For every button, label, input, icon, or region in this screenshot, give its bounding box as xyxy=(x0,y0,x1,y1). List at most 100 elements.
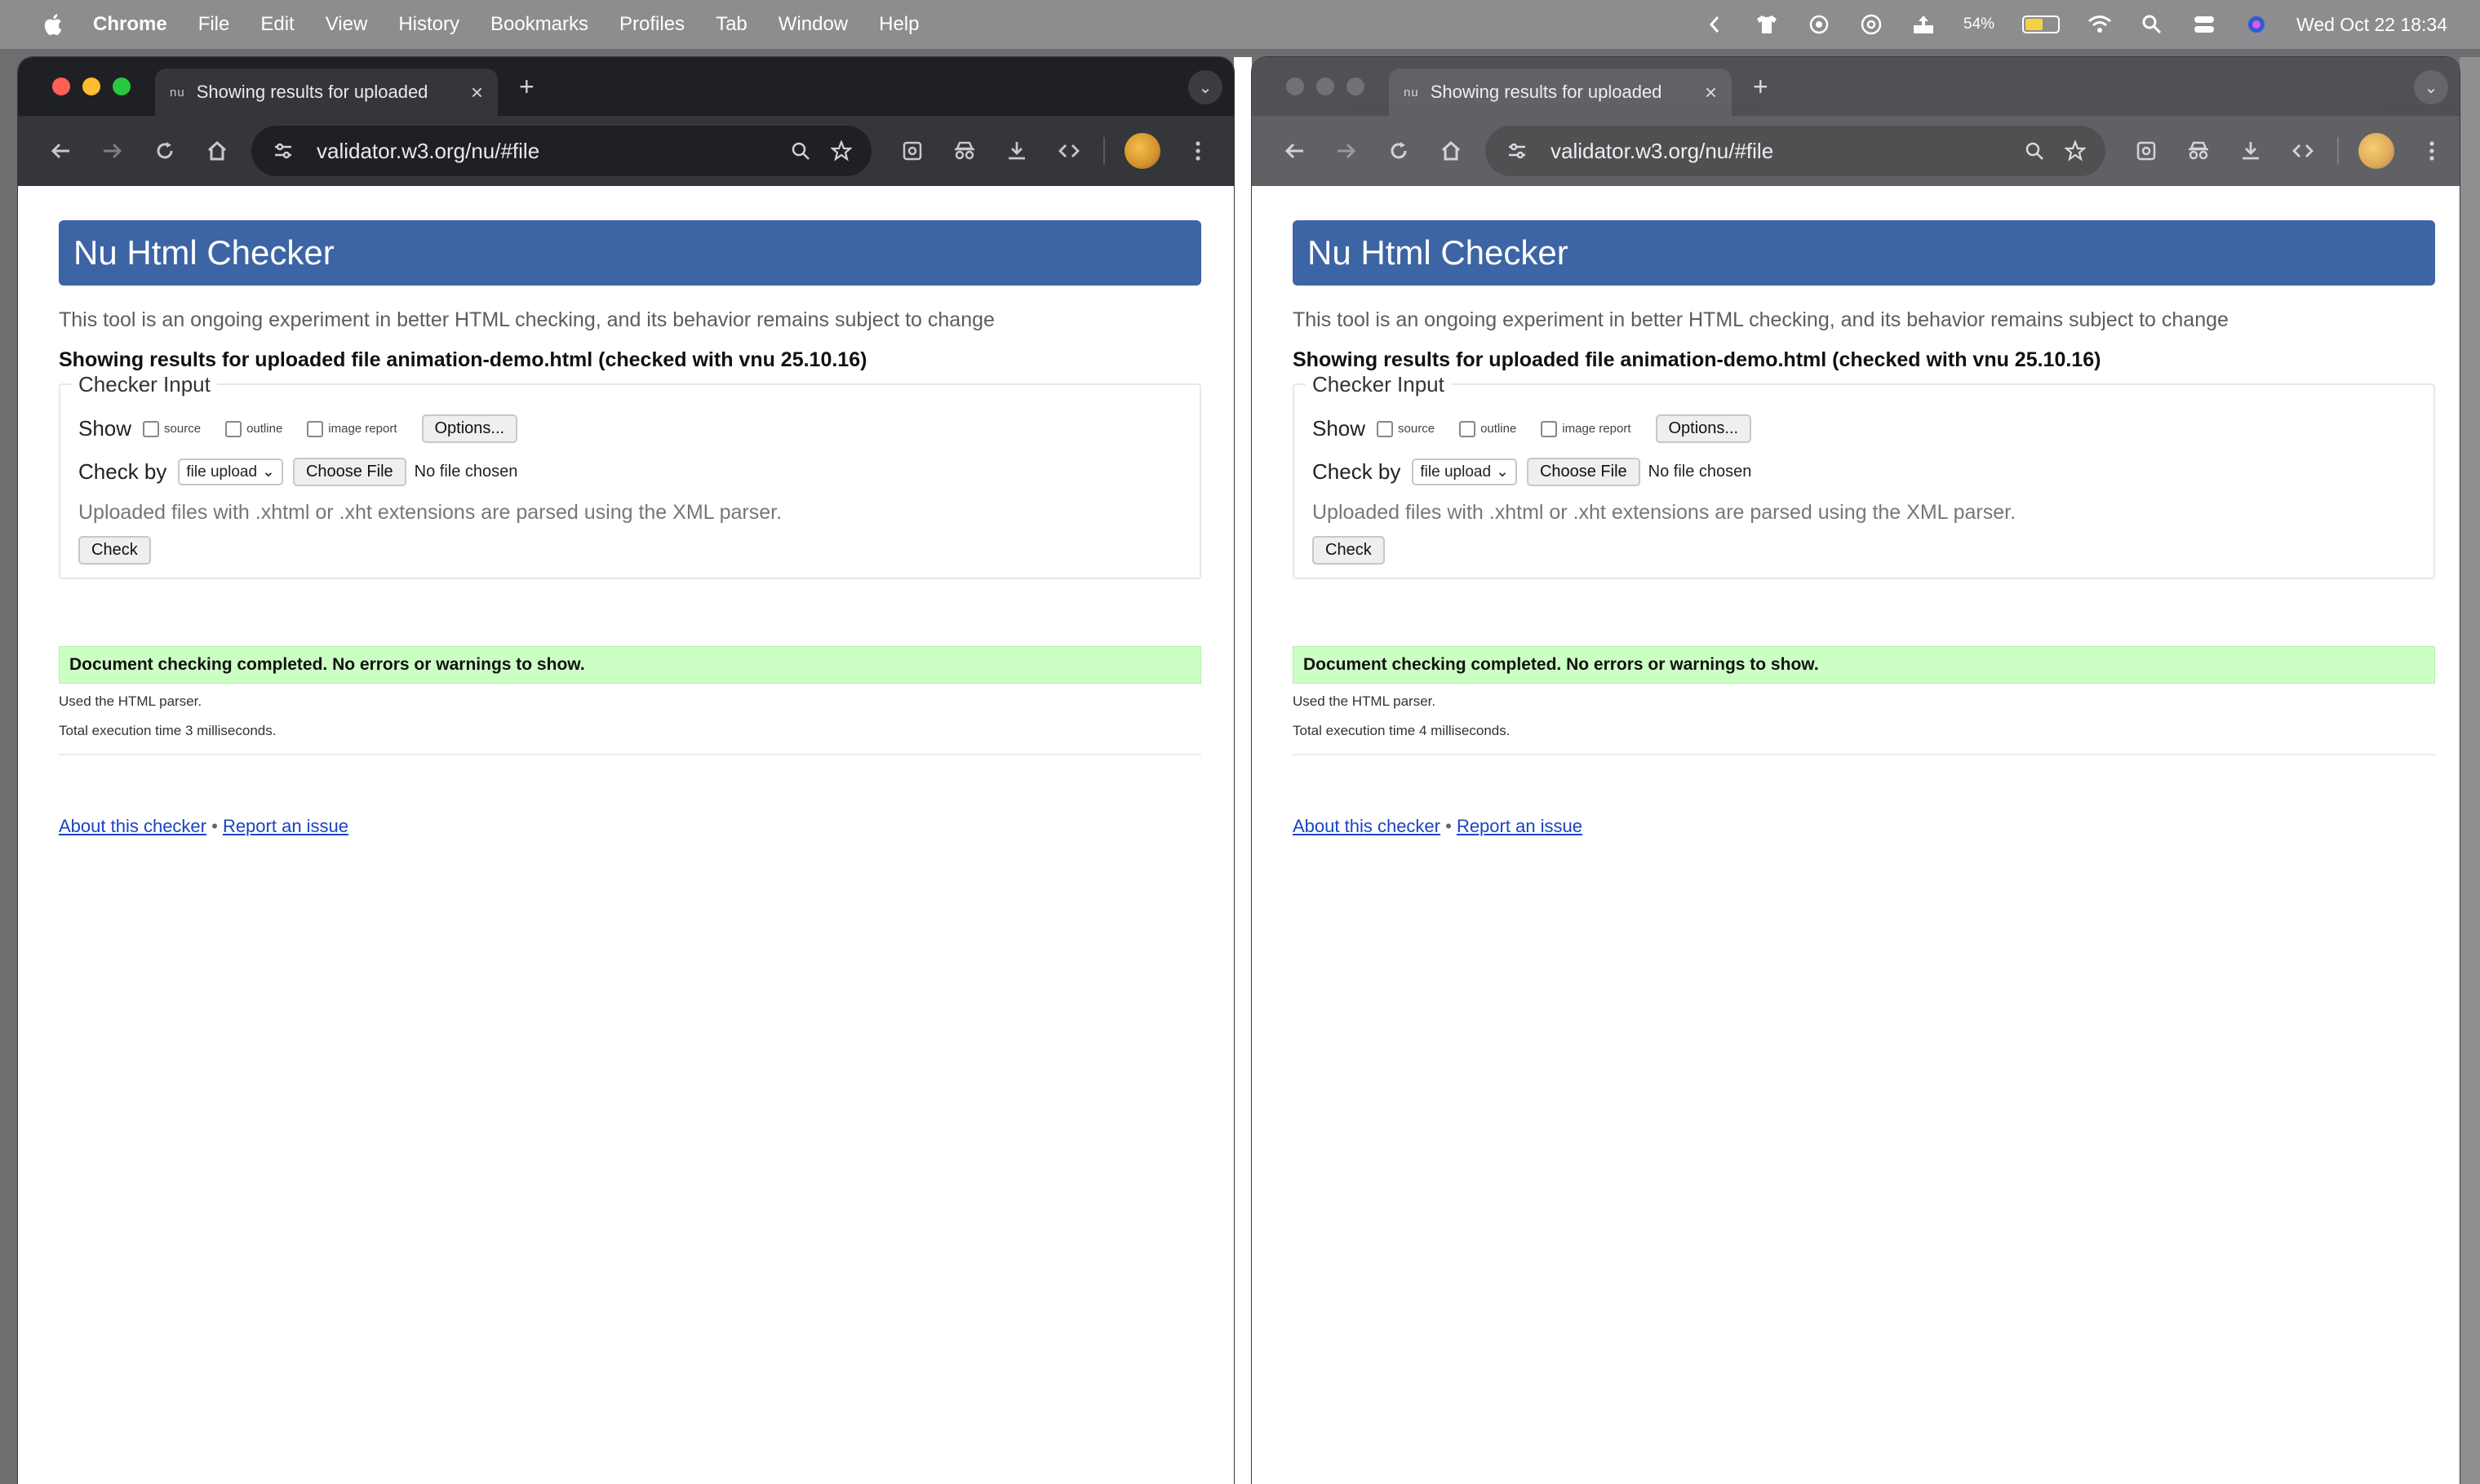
incognito-icon[interactable] xyxy=(938,125,991,177)
zoom-icon[interactable] xyxy=(2014,131,2055,171)
download-icon[interactable] xyxy=(2225,125,2277,177)
menu-bookmarks[interactable]: Bookmarks xyxy=(490,13,588,36)
home-icon[interactable] xyxy=(1425,125,1477,177)
tab-title: Showing results for uploaded xyxy=(1430,82,1662,102)
incognito-icon[interactable] xyxy=(2172,125,2225,177)
menu-file[interactable]: File xyxy=(198,13,230,36)
choose-file-button[interactable]: Choose File xyxy=(292,458,406,486)
about-checker-link[interactable]: About this checker xyxy=(59,816,206,836)
screenshot-icon[interactable] xyxy=(886,125,938,177)
spotlight-search-icon[interactable] xyxy=(2140,12,2164,37)
browser-tab[interactable]: nu Showing results for uploaded × xyxy=(155,69,498,116)
new-tab-button[interactable]: + xyxy=(519,72,535,102)
site-settings-icon[interactable] xyxy=(263,131,304,171)
check-button[interactable]: Check xyxy=(78,536,151,565)
profile-avatar[interactable] xyxy=(1125,133,1160,169)
menubar-clock[interactable]: Wed Oct 22 18:34 xyxy=(2296,14,2447,36)
success-message: Document checking completed. No errors o… xyxy=(1293,646,2435,684)
chevron-left-icon[interactable] xyxy=(1702,12,1727,37)
browser-toolbar: validator.w3.org/nu/#file xyxy=(18,116,1234,186)
menu-edit[interactable]: Edit xyxy=(260,13,294,36)
reload-icon[interactable] xyxy=(1373,125,1425,177)
close-tab-icon[interactable]: × xyxy=(1705,80,1717,105)
source-checkbox[interactable]: source xyxy=(143,420,201,437)
outline-checkbox[interactable]: outline xyxy=(225,420,282,437)
devtools-code-icon[interactable] xyxy=(2277,125,2329,177)
chevron-down-icon: ⌄ xyxy=(1496,463,1509,481)
battery-icon[interactable] xyxy=(2022,16,2061,33)
more-menu-icon[interactable] xyxy=(1172,125,1224,177)
menu-history[interactable]: History xyxy=(398,13,459,36)
tab-title: Showing results for uploaded xyxy=(196,82,428,102)
menu-view[interactable]: View xyxy=(326,13,368,36)
new-tab-button[interactable]: + xyxy=(1753,72,1768,102)
record-icon[interactable] xyxy=(1807,12,1831,37)
control-center-icon[interactable] xyxy=(2192,12,2216,37)
back-arrow-icon[interactable] xyxy=(1268,125,1320,177)
page-content: Nu Html Checker This tool is an ongoing … xyxy=(59,186,1201,837)
url-text: validator.w3.org/nu/#file xyxy=(1551,138,1774,163)
check-by-select[interactable]: file upload ⌄ xyxy=(1412,458,1517,485)
close-window-button[interactable] xyxy=(52,78,70,95)
tab-search-chevron-icon[interactable]: ⌄ xyxy=(1188,70,1222,104)
wifi-icon[interactable] xyxy=(2087,12,2112,37)
close-window-button[interactable] xyxy=(1286,78,1304,95)
reload-icon[interactable] xyxy=(139,125,191,177)
browser-tab[interactable]: nu Showing results for uploaded × xyxy=(1389,69,1732,116)
tab-strip: nu Showing results for uploaded × + ⌄ xyxy=(1252,57,2460,116)
home-icon[interactable] xyxy=(191,125,243,177)
site-settings-icon[interactable] xyxy=(1497,131,1537,171)
zoom-window-button[interactable] xyxy=(1346,78,1364,95)
gear-badge-icon[interactable] xyxy=(1859,12,1883,37)
battery-level xyxy=(2025,19,2043,30)
siri-icon[interactable] xyxy=(2244,12,2269,37)
apple-menu-icon[interactable] xyxy=(41,12,64,37)
bookmark-star-icon[interactable] xyxy=(2055,131,2096,171)
menu-profiles[interactable]: Profiles xyxy=(619,13,685,36)
zoom-icon[interactable] xyxy=(780,131,821,171)
menu-window[interactable]: Window xyxy=(779,13,848,36)
check-by-select[interactable]: file upload ⌄ xyxy=(178,458,283,485)
drive-upload-icon[interactable] xyxy=(1911,12,1936,37)
browser-window-left: nu Showing results for uploaded × + ⌄ va… xyxy=(18,57,1234,1484)
minimize-window-button[interactable] xyxy=(82,78,100,95)
report-issue-link[interactable]: Report an issue xyxy=(1457,816,1582,836)
about-checker-link[interactable]: About this checker xyxy=(1293,816,1440,836)
desktop-background-strip xyxy=(1234,57,1252,1484)
back-arrow-icon[interactable] xyxy=(34,125,87,177)
zoom-window-button[interactable] xyxy=(113,78,131,95)
options-button[interactable]: Options... xyxy=(1655,414,1752,443)
check-by-value: file upload xyxy=(1420,463,1492,481)
image-report-checkbox[interactable]: image report xyxy=(307,420,397,437)
address-bar[interactable]: validator.w3.org/nu/#file xyxy=(251,126,872,176)
checker-input-fieldset: Checker Input Show source outline image … xyxy=(59,372,1201,579)
source-checkbox[interactable]: source xyxy=(1377,420,1435,437)
menu-chrome[interactable]: Chrome xyxy=(93,13,167,36)
address-bar[interactable]: validator.w3.org/nu/#file xyxy=(1485,126,2105,176)
close-tab-icon[interactable]: × xyxy=(471,80,483,105)
forward-arrow-icon[interactable] xyxy=(1320,125,1373,177)
shirt-icon[interactable] xyxy=(1755,12,1779,37)
download-icon[interactable] xyxy=(991,125,1043,177)
devtools-code-icon[interactable] xyxy=(1043,125,1095,177)
no-file-text: No file chosen xyxy=(414,463,518,481)
check-button[interactable]: Check xyxy=(1312,536,1385,565)
desktop-background-edge xyxy=(2460,57,2480,1484)
more-menu-icon[interactable] xyxy=(2406,125,2458,177)
menu-tab[interactable]: Tab xyxy=(716,13,748,36)
image-report-checkbox-label: image report xyxy=(328,422,397,436)
outline-checkbox[interactable]: outline xyxy=(1459,420,1516,437)
image-report-checkbox[interactable]: image report xyxy=(1541,420,1631,437)
browser-toolbar: validator.w3.org/nu/#file xyxy=(1252,116,2460,186)
forward-arrow-icon[interactable] xyxy=(87,125,139,177)
bookmark-star-icon[interactable] xyxy=(821,131,862,171)
minimize-window-button[interactable] xyxy=(1316,78,1334,95)
report-issue-link[interactable]: Report an issue xyxy=(223,816,348,836)
tab-search-chevron-icon[interactable]: ⌄ xyxy=(2414,70,2448,104)
menu-help[interactable]: Help xyxy=(879,13,919,36)
options-button[interactable]: Options... xyxy=(421,414,518,443)
choose-file-button[interactable]: Choose File xyxy=(1526,458,1640,486)
profile-avatar[interactable] xyxy=(2358,133,2394,169)
page-viewport: Nu Html Checker This tool is an ongoing … xyxy=(18,186,1234,1484)
screenshot-icon[interactable] xyxy=(2120,125,2172,177)
